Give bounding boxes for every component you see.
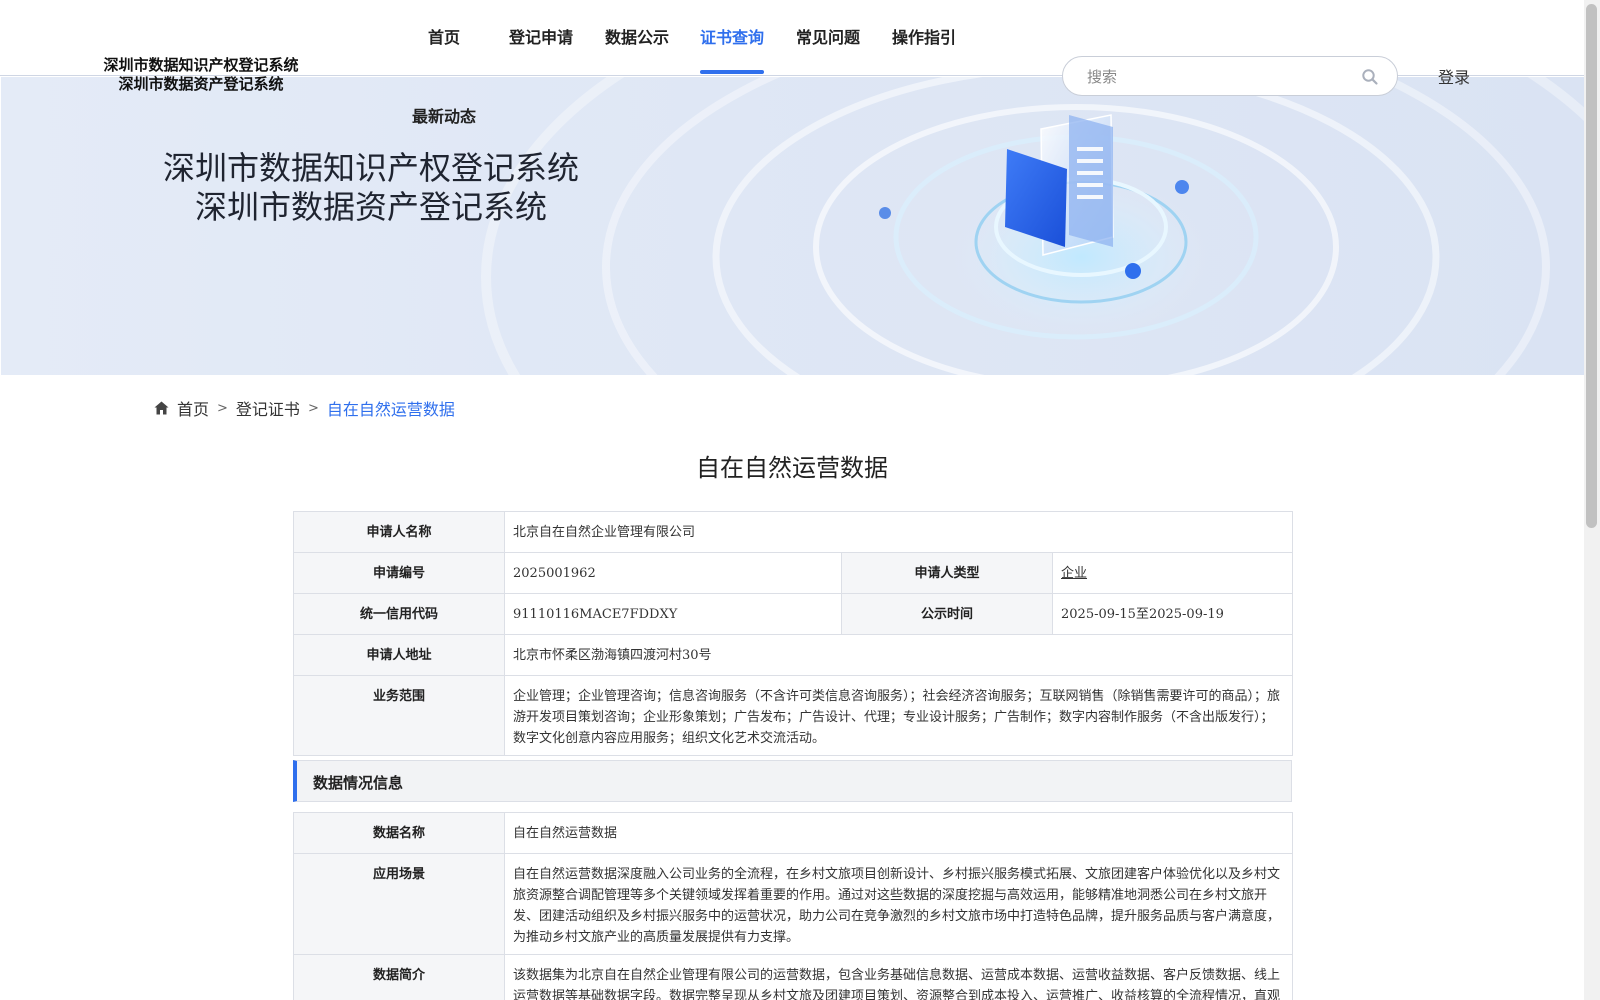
section-title: 数据情况信息 <box>313 774 404 792</box>
table-row: 申请人地址 北京市怀柔区渤海镇四渡河村30号 <box>293 634 1294 676</box>
hero-banner: 深圳市数据知识产权登记系统 深圳市数据资产登记系统 <box>1 77 1584 375</box>
nav-data-publicity[interactable]: 数据公示 <box>605 24 669 48</box>
table-row: 应用场景 自在自然运营数据深度融入公司业务的全流程，在乡村文旅项目创新设计、乡村… <box>293 853 1293 955</box>
applicant-name-value: 北京自在自然企业管理有限公司 <box>503 511 1294 553</box>
nav-guide[interactable]: 操作指引 <box>892 24 956 48</box>
applicant-type-link[interactable]: 企业 <box>1061 566 1087 581</box>
logo-line1: 深圳市数据知识产权登记系统 <box>103 56 299 74</box>
page-scrollbar[interactable] <box>1584 0 1600 1000</box>
table-row: 统一信用代码 91110116MACE7FDDXY 公示时间 2025-09-1… <box>293 593 1294 635</box>
credit-code-label: 统一信用代码 <box>293 593 505 635</box>
search-icon[interactable] <box>1361 68 1379 86</box>
nav-home[interactable]: 首页 <box>428 24 460 48</box>
table-row: 申请编号 2025001962 申请人类型 企业 <box>293 552 1294 594</box>
business-scope-value: 企业管理；企业管理咨询；信息咨询服务（不含许可类信息咨询服务）；社会经济咨询服务… <box>503 675 1294 756</box>
data-info-table: 数据名称 自在自然运营数据 应用场景 自在自然运营数据深度融入公司业务的全流程，… <box>293 812 1293 1000</box>
table-row: 业务范围 企业管理；企业管理咨询；信息咨询服务（不含许可类信息咨询服务）；社会经… <box>293 675 1294 756</box>
applicant-name-label: 申请人名称 <box>293 511 505 553</box>
data-info-section-header: 数据情况信息 <box>293 760 1292 802</box>
breadcrumb-home[interactable]: 首页 <box>177 396 209 420</box>
home-icon[interactable] <box>154 401 169 415</box>
chevron-right-icon: > <box>217 400 228 416</box>
data-name-label: 数据名称 <box>293 812 505 854</box>
application-number-value: 2025001962 <box>504 552 842 594</box>
site-logo[interactable]: 深圳市数据知识产权登记系统 深圳市数据资产登记系统 <box>86 56 316 94</box>
nav-certificate-query[interactable]: 证书查询 <box>700 24 764 48</box>
applicant-type-label: 申请人类型 <box>841 552 1053 594</box>
data-intro-value: 该数据集为北京自在自然企业管理有限公司的运营数据，包含业务基础信息数据、运营成本… <box>504 954 1293 1000</box>
credit-code-value: 91110116MACE7FDDXY <box>504 593 842 635</box>
active-tab-indicator <box>700 70 764 74</box>
nav-latest-news[interactable]: 最新动态 <box>412 103 476 127</box>
breadcrumb: 首页 > 登记证书 > 自在自然运营数据 <box>154 396 455 420</box>
publicity-period-label: 公示时间 <box>841 593 1053 635</box>
search-input[interactable] <box>1087 66 1347 88</box>
applicant-type-cell: 企业 <box>1051 552 1294 594</box>
publicity-period-value: 2025-09-15至2025-09-19 <box>1051 593 1294 635</box>
banner-title-line2: 深圳市数据资产登记系统 <box>194 188 547 226</box>
search-box <box>1062 56 1398 96</box>
chevron-right-icon: > <box>307 400 319 416</box>
banner-title: 深圳市数据知识产权登记系统 深圳市数据资产登记系统 <box>141 149 601 227</box>
table-row: 数据简介 该数据集为北京自在自然企业管理有限公司的运营数据，包含业务基础信息数据… <box>293 954 1293 1000</box>
breadcrumb-current: 自在自然运营数据 <box>326 400 455 419</box>
table-row: 申请人名称 北京自在自然企业管理有限公司 <box>293 511 1294 553</box>
applicant-address-label: 申请人地址 <box>293 634 505 676</box>
business-scope-label: 业务范围 <box>293 675 505 756</box>
table-row: 数据名称 自在自然运营数据 <box>293 812 1293 854</box>
breadcrumb-certificates[interactable]: 登记证书 <box>236 396 300 420</box>
nav-faq[interactable]: 常见问题 <box>796 24 860 48</box>
data-intro-label: 数据简介 <box>293 954 505 1000</box>
scrollbar-thumb[interactable] <box>1586 4 1597 528</box>
banner-title-line1: 深圳市数据知识产权登记系统 <box>162 149 579 187</box>
application-scenario-label: 应用场景 <box>293 853 505 955</box>
application-number-label: 申请编号 <box>293 552 505 594</box>
data-name-value: 自在自然运营数据 <box>504 812 1293 854</box>
page-title: 自在自然运营数据 <box>696 454 888 482</box>
login-link[interactable]: 登录 <box>1438 64 1470 88</box>
logo-line2: 深圳市数据资产登记系统 <box>118 75 284 93</box>
nav-register-apply[interactable]: 登记申请 <box>509 24 573 48</box>
application-scenario-value: 自在自然运营数据深度融入公司业务的全流程，在乡村文旅项目创新设计、乡村振兴服务模… <box>504 853 1293 955</box>
applicant-address-value: 北京市怀柔区渤海镇四渡河村30号 <box>503 634 1294 676</box>
applicant-info-table: 申请人名称 北京自在自然企业管理有限公司 申请编号 2025001962 申请人… <box>293 511 1294 756</box>
